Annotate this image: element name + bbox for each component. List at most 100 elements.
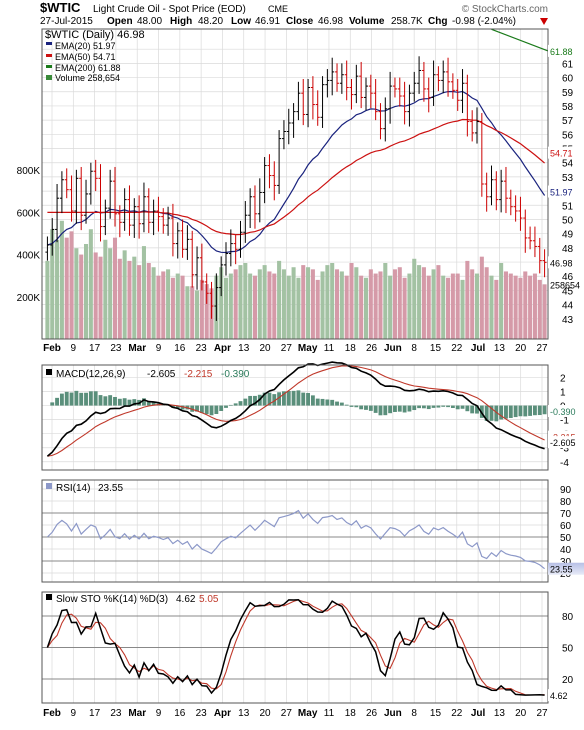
- macd-hist-bar: [364, 406, 368, 410]
- rsi-legend: RSI(14) 23.55: [46, 483, 123, 494]
- macd-signal-value: -2.215: [184, 369, 213, 380]
- sto-legend: Slow STO %K(14) %D(3) 4.62 5.05: [46, 594, 219, 605]
- x-tick-label: 20: [515, 708, 527, 719]
- volume-bar: [321, 271, 325, 339]
- x-tick-label: 15: [430, 708, 442, 719]
- volume-bar: [292, 267, 296, 339]
- price-y-tick-label: 58: [562, 102, 574, 113]
- volume-tick-label: 800K: [17, 166, 41, 177]
- volume-bar: [108, 248, 112, 339]
- volume-bar: [277, 261, 281, 339]
- high-label: High: [170, 16, 192, 27]
- symbol: $WTIC: [40, 0, 81, 15]
- volume-bar: [171, 278, 175, 339]
- volume-bar: [311, 269, 315, 339]
- legend-price: $WTIC (Daily) 46.98: [45, 29, 145, 41]
- x-tick-label: 27: [536, 708, 548, 719]
- x-tick-label: 16: [174, 708, 186, 719]
- x-tick-label: 13: [238, 343, 250, 354]
- volume-bar: [118, 259, 122, 339]
- rsi-panel: 203040506070809023.55: [42, 480, 584, 582]
- macd-hist-bar: [417, 406, 421, 409]
- down-triangle-icon: [540, 18, 548, 25]
- x-tick-label: 15: [430, 343, 442, 354]
- sto-y-tick-label: 20: [562, 675, 574, 686]
- volume-bar: [185, 286, 189, 339]
- volume-bar: [94, 252, 98, 339]
- price-y-tick-label: 43: [562, 315, 574, 326]
- x-tick-label: 8: [411, 708, 417, 719]
- x-tick-label: 20: [259, 708, 271, 719]
- volume-bar: [103, 240, 107, 339]
- x-tick-label: 18: [345, 343, 357, 354]
- rsi-last-label: 23.55: [550, 565, 573, 575]
- macd-hist-bar: [316, 399, 320, 406]
- x-tick-label: 9: [71, 343, 77, 354]
- volume-bar: [480, 257, 484, 339]
- macd-hist-bar: [345, 405, 349, 406]
- macd-hist-bar: [330, 400, 334, 406]
- volume-bar: [335, 269, 339, 339]
- sto-y-tick-label: 50: [562, 644, 574, 655]
- volume-bar: [79, 255, 83, 339]
- legend-volume: Volume 258,654: [55, 73, 120, 83]
- macd-hist-bar: [321, 399, 325, 406]
- price-y-tick-label: 50: [562, 215, 574, 226]
- volume-bar: [142, 246, 146, 339]
- macd-hist-bar: [210, 406, 214, 416]
- volume-bar: [98, 257, 102, 339]
- sto-title: Slow STO %K(14) %D(3): [56, 594, 168, 605]
- price-y-tick-label: 61: [562, 59, 574, 70]
- x-tick-label: Apr: [214, 343, 231, 354]
- open-value: 48.00: [137, 16, 162, 27]
- chg-value: -0.98 (-2.04%): [452, 16, 516, 27]
- macd-hist-bar: [350, 406, 354, 407]
- macd-hist-bar: [379, 406, 383, 416]
- volume-bar: [388, 276, 392, 339]
- macd-hist-bar: [74, 391, 78, 406]
- volume-bar: [306, 267, 310, 339]
- volume-bar: [224, 278, 228, 339]
- volume-bar: [190, 286, 194, 339]
- legend-ema20: EMA(20) 51.97: [55, 41, 116, 51]
- volume-bar: [181, 276, 185, 339]
- macd-hist-bar: [514, 406, 518, 418]
- volume-bar: [383, 263, 387, 339]
- volume-bar: [354, 267, 358, 339]
- volume-bar: [494, 280, 498, 339]
- volume-bar: [436, 265, 440, 339]
- volume-bar: [243, 263, 247, 339]
- volume-bar: [340, 271, 344, 339]
- x-tick-label: 9: [156, 708, 162, 719]
- volume-bar: [378, 271, 382, 339]
- macd-hist-bar: [369, 406, 373, 411]
- x-tick-label: 23: [110, 343, 122, 354]
- macd-y-tick-label: 1: [560, 387, 566, 398]
- macd-hist-bar: [229, 405, 233, 406]
- volume-bar: [465, 261, 469, 339]
- macd-hist-bar: [543, 406, 547, 415]
- macd-hist-bar: [422, 406, 426, 409]
- ema200-last-label: 61.88: [550, 47, 573, 57]
- macd-hist-bar: [533, 406, 537, 416]
- volume-bar: [528, 276, 532, 339]
- volume-bar: [417, 265, 421, 339]
- volume-bar: [89, 229, 93, 339]
- price-y-tick-label: 56: [562, 130, 574, 141]
- macd-hist-bar: [456, 406, 460, 410]
- macd-hist-bar: [306, 393, 310, 406]
- volume-bar: [461, 280, 465, 339]
- macd-hist-bar: [50, 402, 54, 405]
- x-tick-label: Feb: [43, 708, 61, 719]
- high-value: 48.20: [198, 16, 223, 27]
- sto-panel: 2050804.62Feb91723Mar91623Apr132027May11…: [42, 592, 577, 719]
- macd-hist-bar: [451, 406, 455, 408]
- volume-bar: [518, 278, 522, 339]
- macd-hist-bar: [103, 396, 107, 405]
- volume-bar: [248, 274, 252, 339]
- volume-bar: [229, 274, 233, 339]
- macd-hist-bar: [465, 406, 469, 412]
- rsi-y-tick-label: 80: [560, 497, 572, 508]
- price-y-tick-label: 54: [562, 159, 574, 170]
- chart-svg: $WTIC Light Crude Oil - Spot Price (EOD)…: [0, 0, 584, 725]
